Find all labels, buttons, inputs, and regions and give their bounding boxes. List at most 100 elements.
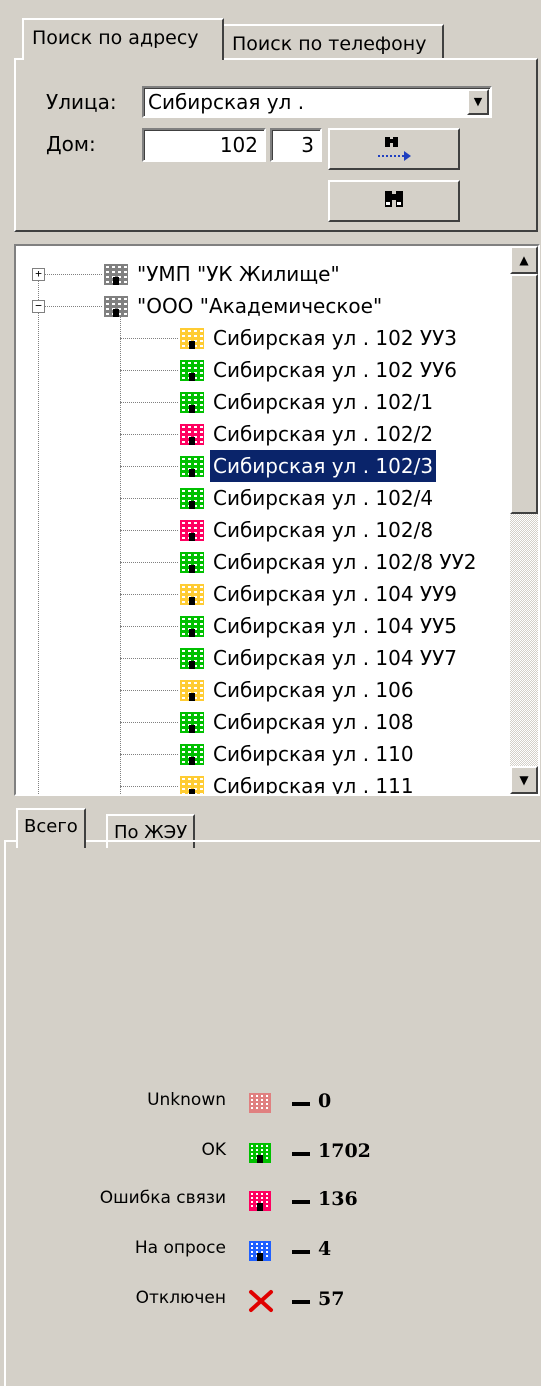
house-label: Дом: — [46, 132, 96, 156]
street-combobox[interactable]: Сибирская ул . ▼ — [142, 86, 492, 118]
tree-node-label: Сибирская ул . 106 — [213, 678, 414, 702]
tree-building-node[interactable]: Сибирская ул . 102/2 — [16, 418, 506, 450]
tree-connector — [120, 594, 178, 595]
legend-label: На опросе — [134, 1238, 226, 1258]
legend-dash — [292, 1300, 310, 1304]
tree-node-label: Сибирская ул . 104 УУ5 — [213, 614, 458, 638]
building-pink-icon — [249, 1093, 271, 1113]
expand-icon[interactable]: + — [32, 268, 45, 281]
tree-building-node[interactable]: Сибирская ул . 104 УУ7 — [16, 642, 506, 674]
tree-building-node[interactable]: Сибирская ул . 102/8 — [16, 514, 506, 546]
tree-node-label: Сибирская ул . 111 — [213, 774, 414, 794]
building-green-icon — [180, 488, 204, 509]
tree-items: + "УМП "УК Жилище" − "ООО "Академическое" Си… — [16, 246, 510, 794]
tree-node-label: Сибирская ул . 108 — [213, 710, 414, 734]
scroll-down-button[interactable]: ▼ — [510, 766, 538, 794]
building-yellow-icon — [180, 776, 204, 794]
binoculars-icon — [385, 191, 403, 207]
scroll-up-button[interactable]: ▲ — [510, 246, 538, 274]
find-button[interactable] — [328, 180, 460, 222]
search-tab-page: Улица: Сибирская ул . ▼ Дом: 102 3 — [14, 58, 538, 232]
tree-node-label: Сибирская ул . 102/8 УУ2 — [213, 550, 477, 574]
tree-org-node[interactable]: − "ООО "Академическое" — [16, 290, 506, 322]
find-next-button[interactable] — [328, 128, 460, 170]
tab-search-by-phone[interactable]: Поиск по телефону — [222, 24, 444, 60]
tree-building-node[interactable]: Сибирская ул . 102 УУ6 — [16, 354, 506, 386]
building-yellow-icon — [180, 680, 204, 701]
building-red-icon — [249, 1191, 271, 1211]
tree-building-node[interactable]: Сибирская ул . 102 УУ3 — [16, 322, 506, 354]
legend-dash — [292, 1200, 310, 1204]
legend-count: 136 — [318, 1188, 358, 1210]
tree-building-node[interactable]: Сибирская ул . 102/3 — [16, 449, 506, 483]
legend-label: Отключен — [135, 1288, 226, 1308]
tree-connector — [120, 754, 178, 755]
legend-count: 4 — [318, 1238, 332, 1260]
tree-connector — [120, 402, 178, 403]
tree-building-node[interactable]: Сибирская ул . 102/1 — [16, 386, 506, 418]
tab-total[interactable]: Всего — [16, 808, 86, 848]
building-green-icon — [180, 712, 204, 733]
scroll-thumb[interactable] — [510, 274, 538, 514]
tree-node-label: Сибирская ул . 110 — [213, 742, 414, 766]
tree-node-label: Сибирская ул . 104 УУ7 — [213, 646, 458, 670]
legend-label: OK — [201, 1140, 226, 1160]
tree-connector — [38, 306, 102, 307]
tree-building-node[interactable]: Сибирская ул . 108 — [16, 706, 506, 738]
tree-node-label: Сибирская ул . 102/8 — [213, 518, 434, 542]
red-x-icon — [249, 1290, 273, 1312]
tree-building-node[interactable]: Сибирская ул . 102/4 — [16, 482, 506, 514]
legend-count: 0 — [318, 1090, 332, 1112]
building-red-icon — [180, 424, 204, 445]
tree-connector — [120, 434, 178, 435]
tree-node-label: Сибирская ул . 102/1 — [213, 390, 434, 414]
tree-connector — [120, 562, 178, 563]
tree-org-node[interactable]: + "УМП "УК Жилище" — [16, 258, 506, 290]
tab-search-by-address[interactable]: Поиск по адресу — [22, 18, 224, 60]
tree-node-label: Сибирская ул . 102/4 — [213, 486, 434, 510]
tree-building-node[interactable]: Сибирская ул . 104 УУ5 — [16, 610, 506, 642]
organization-tree[interactable]: + "УМП "УК Жилище" − "ООО "Академическое" Си… — [14, 244, 540, 796]
tree-building-node[interactable]: Сибирская ул . 111 — [16, 770, 506, 794]
tree-scrollbar[interactable]: ▲ ▼ — [510, 246, 538, 794]
tree-connector — [120, 658, 178, 659]
legend-label: Unknown — [147, 1090, 226, 1110]
building-green-icon — [180, 744, 204, 765]
building-gray-icon — [104, 296, 128, 317]
tree-connector — [120, 370, 178, 371]
tree-building-node[interactable]: Сибирская ул . 110 — [16, 738, 506, 770]
building-green-icon — [180, 552, 204, 573]
legend-dash — [292, 1152, 310, 1156]
tree-node-label: "ООО "Академическое" — [137, 294, 383, 318]
tree-building-node[interactable]: Сибирская ул . 104 УУ9 — [16, 578, 506, 610]
house-number-field[interactable]: 102 — [142, 128, 266, 162]
search-panel: Поиск по адресу Поиск по телефону Улица:… — [0, 0, 541, 236]
tree-node-label: Сибирская ул . 104 УУ9 — [213, 582, 458, 606]
tree-building-node[interactable]: Сибирская ул . 106 — [16, 674, 506, 706]
building-yellow-icon — [180, 584, 204, 605]
street-label: Улица: — [46, 90, 117, 114]
building-gray-icon — [104, 264, 128, 285]
building-green-icon — [180, 456, 204, 477]
building-red-icon — [180, 520, 204, 541]
tree-connector — [120, 498, 178, 499]
building-green-icon — [180, 648, 204, 669]
tree-connector — [120, 722, 178, 723]
tree-node-label: Сибирская ул . 102/2 — [213, 422, 434, 446]
building-green-icon — [249, 1143, 271, 1163]
tree-connector — [120, 530, 178, 531]
tree-node-label: Сибирская ул . 102 УУ3 — [213, 326, 458, 350]
tree-connector — [120, 786, 178, 787]
collapse-icon[interactable]: − — [32, 300, 45, 313]
legend-count: 57 — [318, 1288, 345, 1310]
tree-connector — [120, 690, 178, 691]
building-number-field[interactable]: 3 — [270, 128, 322, 162]
tree-building-node[interactable]: Сибирская ул . 102/8 УУ2 — [16, 546, 506, 578]
building-green-icon — [180, 392, 204, 413]
tree-connector — [120, 338, 178, 339]
street-value: Сибирская ул . — [148, 90, 305, 114]
stats-tab-page: Unknown 0 OK 1702 Ошибка связи 136 На опросе 4 О… — [4, 840, 540, 1386]
tree-node-label: Сибирская ул . 102/3 — [208, 449, 438, 483]
chevron-down-icon[interactable]: ▼ — [467, 89, 489, 115]
building-green-icon — [180, 616, 204, 637]
